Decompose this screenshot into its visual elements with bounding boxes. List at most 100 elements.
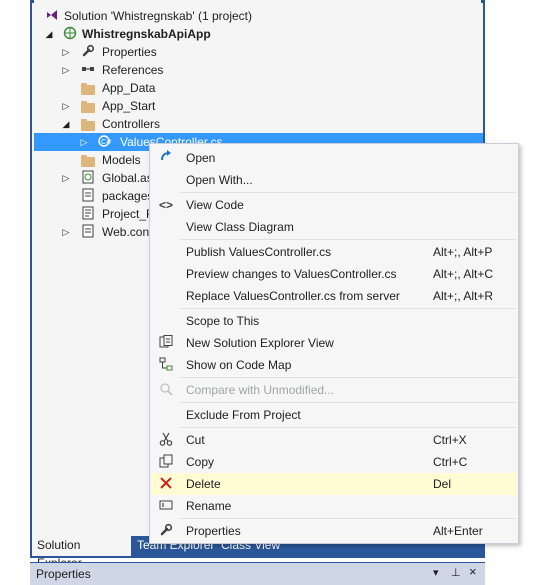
menu-item-preview-changes[interactable]: Preview changes to ValuesController.cs A… [152,263,516,285]
folder-icon [80,152,96,168]
menu-item-label: Scope to This [186,314,260,328]
global-asax-icon [80,170,96,186]
menu-item-label: Rename [186,499,232,513]
menu-item-label: Preview changes to ValuesController.cs [186,267,397,281]
menu-separator [180,402,516,403]
readme-file-icon [80,206,96,222]
menu-item-replace-from-server[interactable]: Replace ValuesController.cs from server … [152,285,516,307]
copy-icon [154,454,178,470]
config-file-icon [80,188,96,204]
tree-item-app-start[interactable]: ▷ App_Start [34,97,483,115]
tree-item-app-data[interactable]: App_Data [34,79,483,97]
scissors-icon [154,432,178,448]
menu-item-label: Open [186,151,216,165]
folder-open-icon [80,116,96,132]
tree-item-references[interactable]: ▷ References [34,61,483,79]
menu-item-label: New Solution Explorer View [186,336,334,350]
expander-collapsed-icon[interactable]: ▷ [79,133,89,151]
expander-expanded-icon[interactable]: ◢ [61,115,71,133]
menu-item-exclude-from-project[interactable]: Exclude From Project [152,404,516,426]
menu-item-label: Delete [186,477,221,491]
new-view-icon [154,335,178,351]
expander-expanded-icon[interactable]: ◢ [44,25,54,43]
menu-separator [180,308,516,309]
menu-item-label: View Code [186,198,244,212]
code-map-icon [154,357,178,373]
menu-separator [180,192,516,193]
tree-item-label: Properties [102,45,157,59]
tree-item-label: Models [102,153,141,167]
menu-separator [180,377,516,378]
compare-icon [154,382,178,398]
tree-item-label: Controllers [102,117,161,131]
menu-item-new-solution-explorer-view[interactable]: New Solution Explorer View [152,332,516,354]
expander-collapsed-icon[interactable]: ▷ [61,169,71,187]
menu-item-label: Publish ValuesController.cs [186,245,332,259]
rename-icon [154,498,178,514]
menu-item-cut[interactable]: Cut Ctrl+X [152,429,516,451]
tree-item-label: Web.conf [102,225,153,239]
tree-item-controllers[interactable]: ◢ Controllers [34,115,483,133]
menu-item-label: Exclude From Project [186,408,301,422]
menu-item-open[interactable]: Open [152,147,516,169]
menu-item-shortcut: Alt+;, Alt+P [433,245,493,259]
menu-item-view-class-diagram[interactable]: View Class Diagram [152,216,516,238]
menu-item-label: Compare with Unmodified... [186,383,335,397]
tree-item-project[interactable]: ◢ WhistregnskabApiApp [34,25,483,43]
menu-item-label: Copy [186,455,215,469]
tree-item-label: WhistregnskabApiApp [82,27,211,41]
menu-separator [180,239,516,240]
code-brackets-icon: <> [158,198,173,212]
tree-item-label: App_Start [102,99,156,113]
menu-item-view-code[interactable]: <> View Code [152,194,516,216]
config-file-icon [80,224,96,240]
menu-separator [180,518,516,519]
menu-item-show-on-code-map[interactable]: Show on Code Map [152,354,516,376]
expander-collapsed-icon[interactable]: ▷ [61,223,71,241]
wrench-icon [80,44,96,60]
solution-icon [44,8,60,24]
menu-item-label: Cut [186,433,205,447]
menu-item-rename[interactable]: Rename [152,495,516,517]
tree-item-label: Global.as [102,171,153,185]
tree-item-solution[interactable]: Solution 'Whistregnskab' (1 project) [34,7,483,25]
menu-item-copy[interactable]: Copy Ctrl+C [152,451,516,473]
menu-item-shortcut: Alt+;, Alt+R [433,289,494,303]
folder-icon [80,98,96,114]
close-icon[interactable]: × [469,564,477,579]
tree-item-label: App_Data [102,81,156,95]
menu-item-shortcut: Alt+Enter [433,524,483,538]
menu-item-compare-with-unmodified: Compare with Unmodified... [152,379,516,401]
menu-item-label: Properties [186,524,241,538]
web-project-icon [62,26,78,42]
tab-solution-explorer[interactable]: Solution Explorer [32,536,131,570]
properties-title: Properties [36,567,91,581]
svg-text:C#: C# [101,138,112,146]
menu-item-open-with[interactable]: Open With... [152,169,516,191]
menu-item-delete[interactable]: Delete Del [152,473,516,495]
menu-item-scope-to-this[interactable]: Scope to This [152,310,516,332]
tree-item-properties[interactable]: ▷ Properties [34,43,483,61]
menu-item-publish[interactable]: Publish ValuesController.cs Alt+;, Alt+P [152,241,516,263]
properties-panel-header: Properties ▾ ⊥ × [30,562,485,585]
dropdown-icon[interactable]: ▾ [433,566,439,579]
menu-item-shortcut: Ctrl+C [433,455,468,469]
delete-x-icon [154,476,178,492]
left-margin [0,0,30,585]
menu-separator [180,427,516,428]
context-menu: Open Open With... <> View Code View Clas… [149,143,519,544]
open-arrow-icon [154,150,178,166]
tree-item-label: packages [102,189,154,203]
wrench-icon [154,523,178,539]
expander-collapsed-icon[interactable]: ▷ [61,43,71,61]
menu-item-properties[interactable]: Properties Alt+Enter [152,520,516,542]
csharp-file-icon: C# [98,134,114,150]
tree-item-label: References [102,63,164,77]
expander-collapsed-icon[interactable]: ▷ [61,61,71,79]
expander-collapsed-icon[interactable]: ▷ [61,97,71,115]
tree-item-label: Solution 'Whistregnskab' (1 project) [64,9,252,23]
pin-icon[interactable]: ⊥ [451,566,461,579]
menu-item-shortcut: Ctrl+X [433,433,467,447]
menu-item-label: Replace ValuesController.cs from server [186,289,400,303]
menu-item-label: View Class Diagram [186,220,294,234]
